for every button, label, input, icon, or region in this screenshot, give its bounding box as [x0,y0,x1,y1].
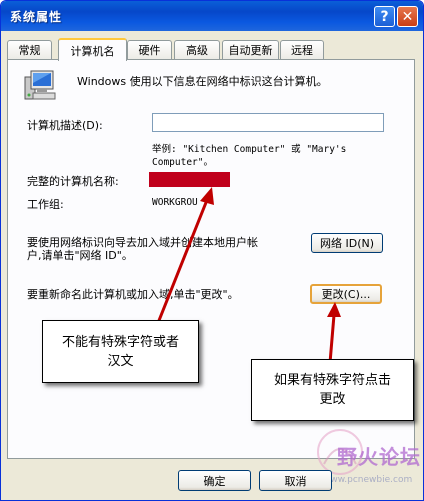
callout-click-change: 如果有特殊字符点击 更改 [251,359,414,421]
tab-computer-name[interactable]: 计算机名 [58,38,127,61]
arrow-to-name-field [154,199,209,329]
system-properties-window: 系统属性 ? ✕ 常规 计算机名 硬件 高级 自动更新 远程 Windows 使… [0,0,424,501]
watermark-text: 野火论坛 [337,445,421,469]
watermark-url: www.pcnewbie.com [323,475,413,485]
arrow-head-change [327,302,341,317]
arrow-head-name [200,187,214,205]
callout-no-special-characters: 不能有特殊字符或者 汉文 [42,320,199,383]
cancel-button[interactable]: 取消 [259,470,332,491]
arrow-to-change-button [328,314,336,364]
ok-button[interactable]: 确定 [178,470,251,491]
